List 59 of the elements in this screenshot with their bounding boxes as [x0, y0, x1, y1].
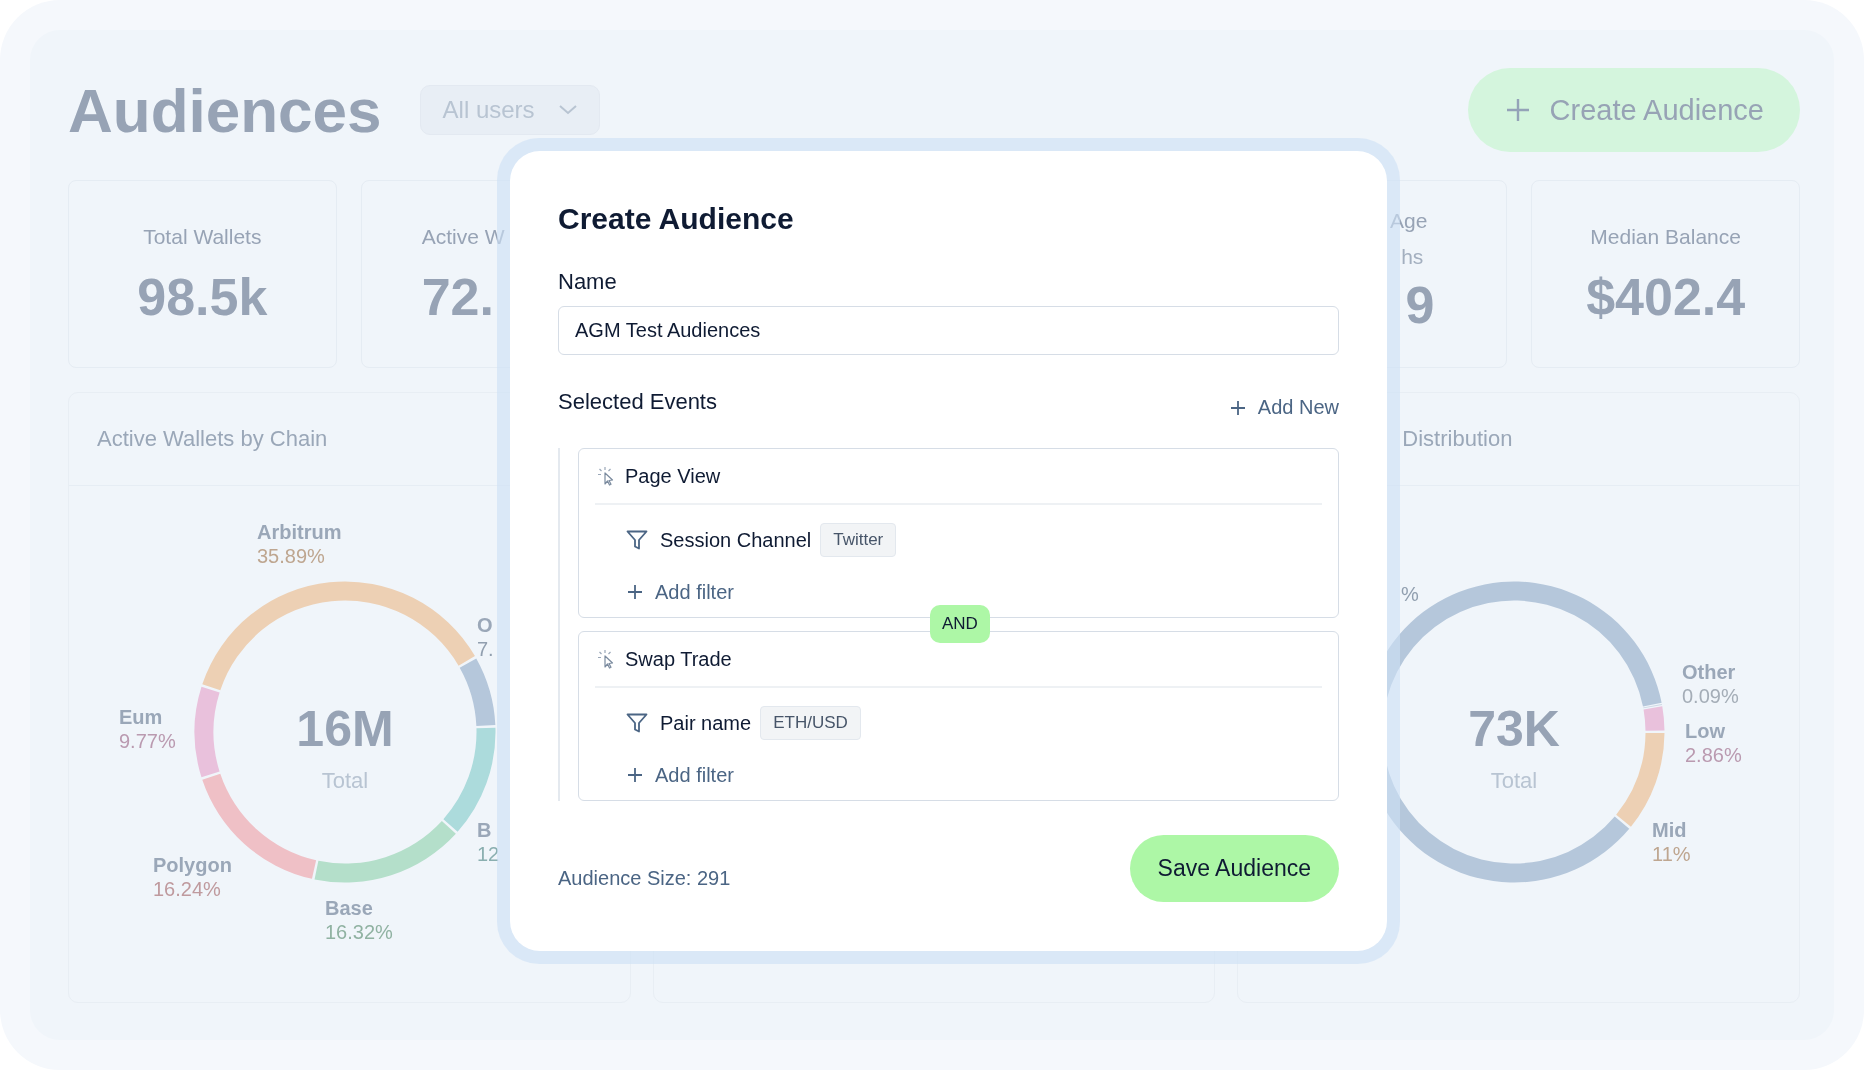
slice-percent: 16.32% — [325, 921, 393, 943]
and-operator-badge[interactable]: AND — [930, 605, 990, 643]
total-caption: Total — [321, 768, 369, 793]
slice-label: Polygon — [153, 854, 232, 876]
slice-label: Arbitrum — [257, 521, 342, 543]
dialog-title: Create Audience — [558, 201, 795, 237]
plus-icon — [1229, 399, 1246, 416]
stat-label: Age — [1389, 209, 1428, 233]
stat-value: $402.4 — [1586, 267, 1746, 327]
slice-percent: 16.24% — [153, 878, 221, 900]
slice-percent: 9.77% — [119, 730, 176, 752]
plus-icon — [627, 767, 643, 783]
save-audience-button[interactable]: Save Audience — [1129, 835, 1339, 902]
chart-title: Active Wallets by Chain — [97, 426, 328, 452]
audience-size-text: Audience Size: 291 — [558, 867, 731, 891]
slice-label: Base — [325, 897, 373, 919]
filter-icon — [626, 713, 648, 733]
filter-value-tag: Twitter — [820, 523, 897, 557]
slice-percent: 2.86% — [1685, 744, 1743, 766]
slice-label: Mid — [1652, 819, 1687, 841]
filter-icon — [626, 530, 648, 550]
event-name: Page View — [625, 464, 721, 488]
slice-percent: 11% — [1652, 843, 1691, 865]
stat-label: Median Balance — [1590, 225, 1741, 249]
stat-label: Active W — [421, 225, 505, 249]
total-value: 73K — [1468, 701, 1561, 757]
slice-label: O — [477, 614, 493, 636]
slice-percent: % — [1401, 583, 1420, 605]
page-title: Audiences — [68, 74, 382, 146]
cursor-click-icon — [597, 649, 615, 669]
plus-icon — [1505, 98, 1530, 122]
field-label: Name — [558, 269, 618, 295]
stat-label: Total Wallets — [143, 225, 262, 249]
total-caption: Total — [1491, 768, 1538, 793]
stat-value: 72. — [421, 267, 494, 327]
slice-percent: 12 — [477, 843, 500, 865]
chevron-down-icon — [558, 105, 577, 115]
total-value: 16M — [296, 701, 394, 757]
slice-percent: 7. — [477, 638, 494, 660]
stat-value: 9 — [1405, 275, 1435, 335]
name-input-field[interactable]: AGM Test Audiences — [558, 306, 1339, 355]
filter-value-tag: ETH/USD — [760, 706, 861, 740]
plus-icon — [627, 584, 643, 600]
slice-label: Other — [1682, 661, 1736, 683]
add-new-link[interactable]: Add New — [1229, 396, 1339, 419]
filter-field: Pair name — [660, 711, 752, 735]
event-name: Swap Trade — [625, 647, 732, 671]
cursor-click-icon — [597, 466, 615, 486]
chart-title: Distribution — [1402, 426, 1513, 452]
section-heading: Selected Events — [558, 389, 717, 415]
slice-label: B — [477, 819, 492, 841]
add-filter-link[interactable]: Add filter — [595, 753, 1322, 797]
slice-percent: 0.09% — [1682, 685, 1740, 707]
slice-label: Low — [1685, 720, 1726, 742]
stat-sublabel: hs — [1401, 245, 1424, 269]
slice-label: Eum — [119, 706, 163, 728]
filter-field: Session Channel — [660, 528, 812, 552]
slice-percent: 35.89% — [257, 545, 325, 567]
stat-value: 98.5k — [137, 267, 268, 327]
